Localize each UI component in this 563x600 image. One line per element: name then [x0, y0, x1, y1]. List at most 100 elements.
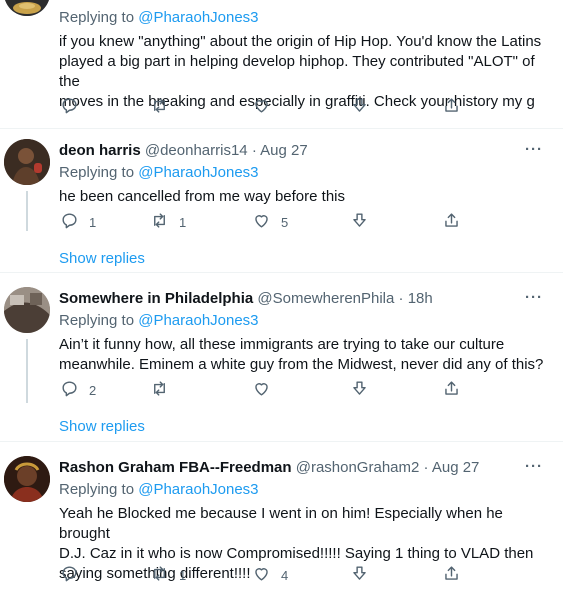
tweet-text-line: played a big part in helping develop hip…	[59, 53, 535, 90]
like-button[interactable]: 4	[252, 562, 288, 588]
tweet-text-line: Yeah he Blocked me because I went in on …	[59, 505, 503, 542]
retweet-icon	[150, 379, 169, 401]
display-name[interactable]: Rashon Graham FBA--Freedman	[59, 459, 292, 476]
share-button[interactable]	[442, 562, 461, 588]
mention-link[interactable]: @PharaohJones3	[138, 312, 258, 329]
replying-to-line: Replying to @PharaohJones3	[59, 480, 547, 500]
timestamp[interactable]: Aug 27	[432, 459, 480, 476]
display-name[interactable]: Somewhere in Philadelphia	[59, 290, 253, 307]
like-icon	[252, 96, 271, 118]
avatar[interactable]	[4, 287, 50, 333]
mention-link[interactable]: @PharaohJones3	[138, 164, 258, 181]
thread-line	[26, 339, 28, 403]
separator: ·	[251, 142, 257, 159]
tweet-text-line: meanwhile. Eminem a white guy from the M…	[59, 356, 544, 373]
tweet-text: Ain’t it funny how, all these immigrants…	[59, 335, 547, 375]
share-button[interactable]	[442, 377, 461, 403]
like-icon	[252, 211, 271, 233]
tweet-header: Rashon Graham FBA--Freedman @rashonGraha…	[59, 458, 547, 478]
timestamp[interactable]: 18h	[408, 290, 433, 307]
user-handle[interactable]: @SomewherenPhila	[257, 290, 394, 307]
like-icon	[252, 564, 271, 586]
action-bar: 1 1 5	[52, 209, 472, 235]
download-icon	[350, 96, 369, 118]
reply-button[interactable]	[60, 94, 79, 120]
tweet-text: he been cancelled from me way before thi…	[59, 187, 547, 207]
download-button[interactable]	[350, 209, 369, 235]
replying-to-label: Replying to	[59, 9, 135, 26]
reply-icon	[60, 379, 79, 401]
retweet-count: 1	[179, 567, 187, 583]
more-options-icon[interactable]: ···	[525, 458, 543, 475]
display-name[interactable]: deon harris	[59, 142, 141, 159]
tweet-3[interactable]: Somewhere in Philadelphia @SomewherenPhi…	[0, 273, 563, 441]
replying-to-line: Replying to @PharaohJones3	[59, 311, 547, 331]
tweet-2[interactable]: deon harris @deonharris14 · Aug 27 Reply…	[0, 129, 563, 272]
tweet-header: Somewhere in Philadelphia @SomewherenPhi…	[59, 289, 547, 309]
replying-to-line: Replying to @PharaohJones3	[59, 8, 547, 28]
replying-to-label: Replying to	[59, 481, 135, 498]
more-options-icon[interactable]: ···	[525, 141, 543, 158]
share-icon	[442, 211, 461, 233]
retweet-icon	[150, 564, 169, 586]
share-button[interactable]	[442, 94, 461, 120]
tweet-4[interactable]: Rashon Graham FBA--Freedman @rashonGraha…	[0, 442, 563, 600]
reply-button[interactable]: 1	[60, 209, 96, 235]
download-icon	[350, 379, 369, 401]
replying-to-label: Replying to	[59, 164, 135, 181]
more-options-icon[interactable]: ···	[525, 289, 543, 306]
like-count: 5	[281, 214, 289, 230]
tweet-header: deon harris @deonharris14 · Aug 27	[59, 141, 547, 161]
reply-icon	[60, 564, 79, 586]
show-replies-link[interactable]: Show replies	[59, 250, 145, 267]
retweet-count: 1	[179, 214, 187, 230]
download-button[interactable]	[350, 377, 369, 403]
reply-button[interactable]	[60, 562, 79, 588]
user-handle[interactable]: @rashonGraham2	[296, 459, 420, 476]
thread-line	[26, 191, 28, 231]
like-icon	[252, 379, 271, 401]
like-button[interactable]	[252, 377, 271, 403]
avatar[interactable]	[4, 456, 50, 502]
separator: ·	[398, 290, 404, 307]
action-bar: 1 4	[52, 562, 472, 588]
avatar[interactable]	[4, 139, 50, 185]
retweet-icon	[150, 211, 169, 233]
share-icon	[442, 564, 461, 586]
retweet-button[interactable]	[150, 94, 169, 120]
avatar[interactable]	[4, 0, 50, 16]
tweet-text-line: if you knew "anything" about the origin …	[59, 33, 542, 50]
share-button[interactable]	[442, 209, 461, 235]
show-replies-link[interactable]: Show replies	[59, 418, 145, 435]
timestamp[interactable]: Aug 27	[260, 142, 308, 159]
tweet-text-line: Ain’t it funny how, all these immigrants…	[59, 336, 505, 353]
like-button[interactable]: 5	[252, 209, 288, 235]
reply-icon	[60, 211, 79, 233]
like-count: 4	[281, 567, 289, 583]
retweet-button[interactable]	[150, 377, 169, 403]
share-icon	[442, 379, 461, 401]
reply-icon	[60, 96, 79, 118]
mention-link[interactable]: @PharaohJones3	[138, 9, 258, 26]
separator: ·	[423, 459, 429, 476]
replying-to-label: Replying to	[59, 312, 135, 329]
retweet-icon	[150, 96, 169, 118]
download-icon	[350, 211, 369, 233]
tweet-text-line: he been cancelled from me way before thi…	[59, 188, 345, 205]
retweet-button[interactable]: 1	[150, 562, 186, 588]
like-button[interactable]	[252, 94, 271, 120]
download-button[interactable]	[350, 94, 369, 120]
download-button[interactable]	[350, 562, 369, 588]
retweet-button[interactable]: 1	[150, 209, 186, 235]
share-icon	[442, 96, 461, 118]
action-bar	[52, 94, 472, 120]
user-handle[interactable]: @deonharris14	[145, 142, 248, 159]
tweet-1[interactable]: Replying to @PharaohJones3 if you knew "…	[0, 0, 563, 128]
mention-link[interactable]: @PharaohJones3	[138, 481, 258, 498]
action-bar: 2	[52, 377, 472, 403]
reply-button[interactable]: 2	[60, 377, 96, 403]
replying-to-line: Replying to @PharaohJones3	[59, 163, 547, 183]
tweet-text-line: D.J. Caz in it who is now Compromised!!!…	[59, 545, 534, 562]
download-icon	[350, 564, 369, 586]
reply-count: 1	[89, 214, 97, 230]
